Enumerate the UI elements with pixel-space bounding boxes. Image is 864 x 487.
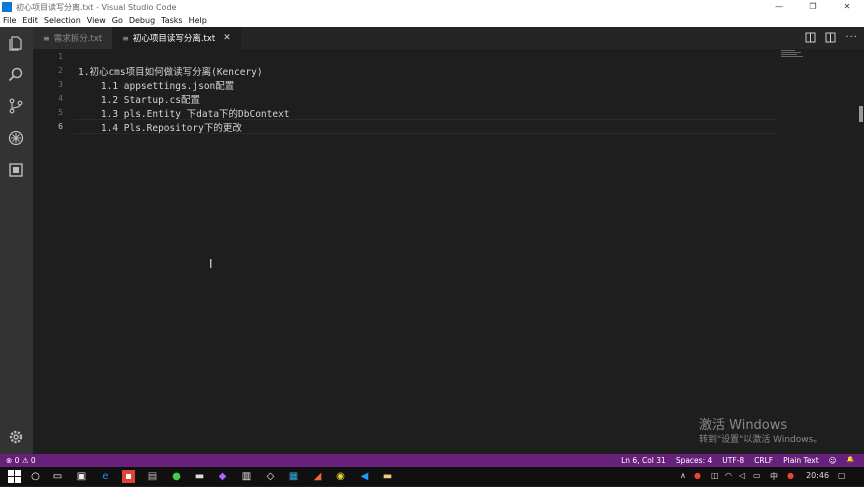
visual-studio-icon[interactable]: ◆ — [216, 470, 229, 483]
clock[interactable]: 20:46 — [806, 471, 829, 480]
tab-label: 需求拆分.txt — [53, 34, 103, 44]
menu-view[interactable]: View — [84, 16, 109, 25]
vscode-taskbar-icon[interactable]: ◀ — [358, 470, 371, 483]
tab-active-file[interactable]: ≡ 初心项目读写分离.txt ✕ — [112, 27, 241, 49]
app-blue-icon[interactable]: ▦ — [287, 470, 300, 483]
code-line[interactable]: 1.2 Startup.cs配置 — [78, 92, 200, 106]
extensions-icon[interactable] — [8, 162, 24, 178]
notifications-bell-icon[interactable]: 🔔 — [847, 456, 854, 465]
app-yellow-icon[interactable]: ◉ — [334, 470, 347, 483]
activation-watermark-subtitle: 转到"设置"以激活 Windows。 — [699, 435, 823, 445]
window-controls: — ❐ ✕ — [762, 0, 864, 14]
more-icon[interactable]: ··· — [845, 32, 858, 46]
feedback-smiley-icon[interactable]: ☺ — [829, 456, 837, 465]
code-line[interactable]: 1.3 pls.Entity 下data下的DbContext — [78, 106, 290, 120]
tab-actions: ··· — [805, 32, 858, 46]
close-window-button[interactable]: ✕ — [830, 0, 864, 14]
window-title: 初心项目读写分离.txt - Visual Studio Code — [16, 2, 177, 12]
settings-gear-icon[interactable] — [8, 429, 24, 445]
search-icon[interactable] — [8, 67, 24, 83]
ime-indicator[interactable]: 中 — [770, 471, 778, 482]
task-view-icon[interactable]: ▭ — [51, 470, 64, 483]
tray-battery-icon[interactable]: ▭ — [753, 471, 761, 480]
editor[interactable]: 1 2 3 4 5 6 1.初心cms项目如何做读写分离(Kencery) 1.… — [33, 49, 864, 454]
activation-watermark-title: 激活 Windows — [699, 418, 788, 433]
language-mode[interactable]: Plain Text — [783, 456, 819, 465]
file-explorer-icon[interactable]: ▬ — [381, 470, 394, 483]
terminal-icon[interactable]: ▬ — [193, 470, 206, 483]
mouse-ibeam-cursor: I — [209, 257, 213, 271]
file-lines-icon: ≡ — [43, 33, 50, 43]
editor-tabs: ≡ 需求拆分.txt ≡ 初心项目读写分离.txt ✕ ··· — [33, 27, 864, 49]
edge-icon[interactable]: e — [99, 470, 112, 483]
cursor-position[interactable]: Ln 6, Col 31 — [621, 456, 666, 465]
app-orange-icon[interactable]: ◢ — [311, 470, 324, 483]
line-number: 3 — [58, 80, 63, 89]
close-tab-icon[interactable]: ✕ — [223, 33, 231, 43]
search-circle-icon[interactable]: ○ — [29, 470, 42, 483]
file-lines-icon: ≡ — [122, 33, 129, 43]
menu-edit[interactable]: Edit — [19, 16, 41, 25]
indentation[interactable]: Spaces: 4 — [676, 456, 712, 465]
menu-go[interactable]: Go — [109, 16, 126, 25]
code-line[interactable]: 1.初心cms项目如何做读写分离(Kencery) — [78, 64, 263, 78]
windows-taskbar: ○ ▭ ▣ e ▪ ▤ ● ▬ ◆ ▥ ◇ ▦ ◢ ◉ ◀ ▬ ∧ ● ◫ ◠ … — [0, 467, 864, 486]
tray-app-icon[interactable]: ● — [694, 471, 701, 480]
windows-start-icon[interactable] — [8, 470, 21, 483]
tab-label: 初心项目读写分离.txt — [132, 34, 216, 44]
app-gray-icon[interactable]: ▤ — [146, 470, 159, 483]
activity-bar — [0, 27, 33, 454]
split-editor-icon[interactable] — [825, 32, 836, 46]
split-compare-icon[interactable] — [805, 32, 816, 46]
tray-red-icon[interactable]: ● — [787, 471, 794, 480]
code-line[interactable]: 1.1 appsettings.json配置 — [78, 78, 234, 92]
minimap[interactable] — [781, 49, 807, 57]
line-number: 5 — [58, 108, 63, 117]
vscode-logo-icon — [2, 2, 12, 12]
notepad-icon[interactable]: ▥ — [240, 470, 253, 483]
tab-requirements[interactable]: ≡ 需求拆分.txt — [33, 27, 113, 49]
encoding[interactable]: UTF-8 — [722, 456, 744, 465]
notification-center-icon[interactable]: ▢ — [838, 471, 846, 480]
files-icon[interactable] — [8, 35, 24, 51]
menu-debug[interactable]: Debug — [126, 16, 158, 25]
menu-file[interactable]: File — [0, 16, 19, 25]
menu-tasks[interactable]: Tasks — [158, 16, 185, 25]
menu-bar: File Edit Selection View Go Debug Tasks … — [0, 14, 864, 27]
scrollbar-thumb[interactable] — [859, 106, 863, 122]
tray-volume-icon[interactable]: ◁ — [739, 471, 745, 480]
status-bar: ⊗ 0 ⚠ 0 Ln 6, Col 31 Spaces: 4 UTF-8 CRL… — [0, 454, 864, 467]
line-number: 4 — [58, 94, 63, 103]
problems-indicator[interactable]: ⊗ 0 ⚠ 0 — [6, 456, 36, 465]
menu-selection[interactable]: Selection — [41, 16, 84, 25]
debug-icon[interactable] — [8, 130, 24, 146]
app-red-icon[interactable]: ▪ — [122, 470, 135, 483]
maximize-button[interactable]: ❐ — [796, 0, 830, 14]
line-number: 6 — [58, 122, 63, 131]
end-of-line[interactable]: CRLF — [754, 456, 773, 465]
git-icon[interactable]: ◇ — [264, 470, 277, 483]
line-number: 2 — [58, 66, 63, 75]
minimize-button[interactable]: — — [762, 0, 796, 14]
tray-network-icon[interactable]: ◫ — [711, 471, 719, 480]
code-line[interactable]: 1.4 Pls.Repository下的更改 — [78, 120, 242, 134]
line-number: 1 — [58, 52, 63, 61]
chrome-icon[interactable]: ● — [170, 470, 183, 483]
store-icon[interactable]: ▣ — [75, 470, 88, 483]
source-control-icon[interactable] — [8, 98, 24, 114]
title-bar: 初心项目读写分离.txt - Visual Studio Code — ❐ ✕ — [0, 0, 864, 14]
tray-chevron-icon[interactable]: ∧ — [680, 471, 686, 480]
tray-wifi-icon[interactable]: ◠ — [725, 471, 732, 480]
menu-help[interactable]: Help — [186, 16, 210, 25]
